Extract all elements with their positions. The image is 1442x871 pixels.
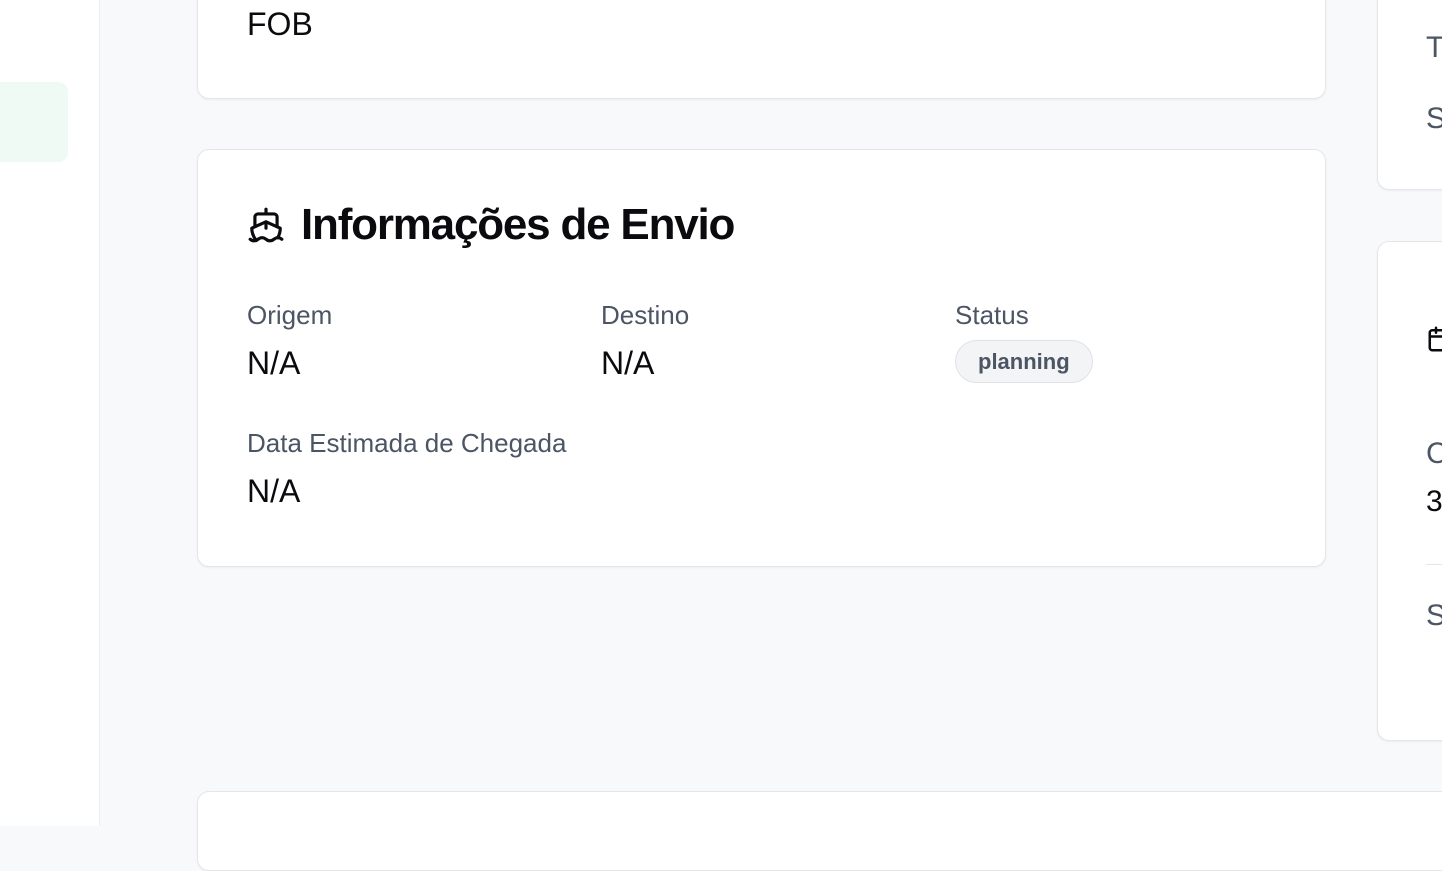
status-field: Status planning: [955, 300, 1093, 383]
eta-label: Data Estimada de Chegada: [247, 428, 567, 458]
shipping-card-title: Informações de Envio: [301, 200, 735, 249]
status-badge: planning: [955, 340, 1093, 383]
calendar-icon: [1426, 324, 1442, 354]
right-card-footer: S: [1426, 599, 1442, 632]
destination-field: Destino N/A: [601, 300, 689, 382]
bottom-card: [197, 791, 1442, 871]
shipping-card-header: Informações de Envio: [247, 200, 735, 250]
ship-icon: [247, 206, 285, 244]
eta-field: Data Estimada de Chegada N/A: [247, 428, 566, 510]
right-card-line-2: S: [1426, 102, 1442, 135]
right-card-label: C: [1426, 437, 1442, 470]
right-summary-card: T S: [1377, 0, 1442, 190]
sidebar-item-active[interactable]: [0, 82, 68, 162]
eta-value: N/A: [247, 473, 301, 509]
sidebar: [0, 0, 100, 826]
shipping-info-card: Informações de Envio Origem N/A Destino …: [197, 149, 1326, 567]
origin-field: Origem N/A: [247, 300, 332, 382]
origin-value: N/A: [247, 345, 301, 381]
divider: [1426, 564, 1442, 565]
right-details-card: C 3 S: [1377, 241, 1442, 741]
origin-label: Origem: [247, 300, 333, 330]
status-label: Status: [955, 300, 1029, 330]
incoterm-value: FOB: [247, 6, 313, 42]
destination-label: Destino: [601, 300, 690, 330]
destination-value: N/A: [601, 345, 655, 381]
right-card-line-1: T: [1426, 31, 1442, 64]
top-card: FOB: [197, 0, 1326, 99]
right-card-value: 3: [1426, 485, 1442, 518]
